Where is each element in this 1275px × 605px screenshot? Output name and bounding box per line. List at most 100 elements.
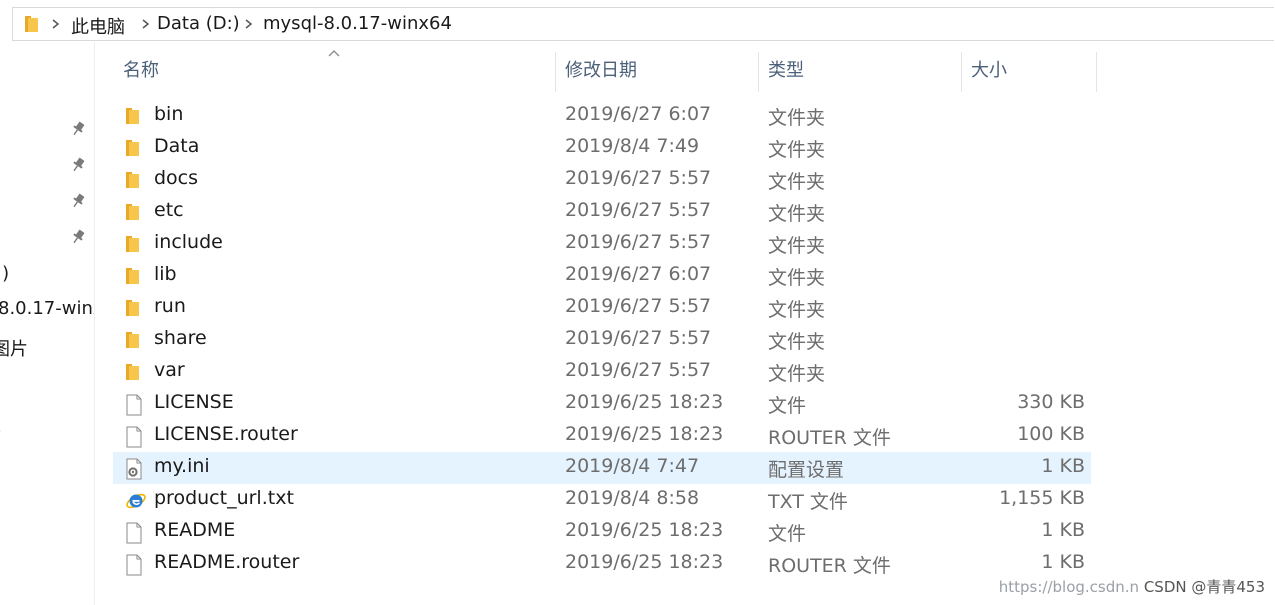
file-size: 1,155 KB [999, 487, 1085, 509]
file-name: lib [154, 263, 177, 285]
file-icon [125, 426, 143, 452]
file-row-product-url[interactable]: product_url.txt 2019/8/4 8:58 TXT 文件 1,1… [113, 484, 1091, 516]
folder-icon [125, 266, 143, 290]
folder-icon [125, 362, 143, 386]
settings-file-icon [125, 458, 143, 484]
file-date-modified: 2019/6/27 6:07 [565, 263, 712, 285]
address-bar[interactable]: 此电脑 Data (D:) mysql-8.0.17-winx64 [12, 7, 1274, 41]
pin-icon[interactable] [70, 120, 86, 142]
file-type: 文件夹 [768, 235, 826, 257]
navigation-pane[interactable]: :) 8.0.17-winx 图片 e [0, 42, 95, 605]
file-type: 文件夹 [768, 107, 826, 129]
folder-icon [125, 234, 143, 258]
column-header-date-modified[interactable]: 修改日期 [555, 50, 758, 94]
nav-item-mysql-folder[interactable]: 8.0.17-winx [0, 298, 94, 319]
chevron-right-icon[interactable] [244, 15, 254, 37]
file-date-modified: 2019/6/27 5:57 [565, 359, 712, 381]
file-row-license-router[interactable]: LICENSE.router 2019/6/25 18:23 ROUTER 文件… [113, 420, 1091, 452]
file-type: 文件夹 [768, 299, 826, 321]
file-date-modified: 2019/6/25 18:23 [565, 551, 724, 573]
file-row-var[interactable]: var 2019/6/27 5:57 文件夹 [113, 356, 1091, 388]
file-date-modified: 2019/6/27 6:07 [565, 103, 712, 125]
nav-item-truncated[interactable]: e [0, 420, 1, 441]
folder-icon [125, 170, 143, 194]
file-row-lib[interactable]: lib 2019/6/27 6:07 文件夹 [113, 260, 1091, 292]
nav-item-pictures[interactable]: 图片 [0, 335, 28, 361]
breadcrumb-mysql-folder[interactable]: mysql-8.0.17-winx64 [263, 13, 452, 34]
file-name: run [154, 295, 186, 317]
column-header-name[interactable]: 名称 [113, 50, 555, 94]
file-type: 文件夹 [768, 171, 826, 193]
folder-icon [125, 202, 143, 226]
file-name: README.router [154, 551, 300, 573]
file-name: etc [154, 199, 184, 221]
file-row-readme[interactable]: README 2019/6/25 18:23 文件 1 KB [113, 516, 1091, 548]
column-header-type[interactable]: 类型 [758, 50, 961, 94]
file-date-modified: 2019/6/25 18:23 [565, 519, 724, 541]
file-date-modified: 2019/8/4 8:58 [565, 487, 700, 509]
pin-icon[interactable] [70, 192, 86, 214]
file-name: my.ini [154, 455, 210, 477]
file-type: 文件 [768, 523, 807, 545]
file-icon [125, 522, 143, 548]
file-row-my-ini[interactable]: my.ini 2019/8/4 7:47 配置设置 1 KB [113, 452, 1091, 484]
file-date-modified: 2019/6/27 5:57 [565, 231, 712, 253]
file-type: 文件夹 [768, 331, 826, 353]
file-row-include[interactable]: include 2019/6/27 5:57 文件夹 [113, 228, 1091, 260]
file-date-modified: 2019/6/27 5:57 [565, 167, 712, 189]
chevron-right-icon[interactable] [141, 15, 151, 37]
file-date-modified: 2019/8/4 7:47 [565, 455, 700, 477]
file-row-data[interactable]: Data 2019/8/4 7:49 文件夹 [113, 132, 1091, 164]
folder-icon [125, 106, 143, 130]
file-row-run[interactable]: run 2019/6/27 5:57 文件夹 [113, 292, 1091, 324]
file-date-modified: 2019/6/27 5:57 [565, 295, 712, 317]
file-row-share[interactable]: share 2019/6/27 5:57 文件夹 [113, 324, 1091, 356]
pin-icon[interactable] [70, 228, 86, 250]
folder-icon [24, 15, 42, 37]
file-type: ROUTER 文件 [768, 555, 891, 577]
nav-item-drive[interactable]: :) [0, 263, 9, 284]
file-type: 文件夹 [768, 267, 826, 289]
file-name: README [154, 519, 236, 541]
file-row-readme-router[interactable]: README.router 2019/6/25 18:23 ROUTER 文件 … [113, 548, 1091, 580]
file-name: share [154, 327, 207, 349]
ie-icon [125, 490, 147, 516]
file-row-etc[interactable]: etc 2019/6/27 5:57 文件夹 [113, 196, 1091, 228]
chevron-right-icon[interactable] [51, 15, 61, 37]
file-size: 100 KB [1017, 423, 1085, 445]
file-type: 文件夹 [768, 203, 826, 225]
column-header-size[interactable]: 大小 [961, 50, 1096, 94]
file-name: var [154, 359, 185, 381]
file-type: ROUTER 文件 [768, 427, 891, 449]
file-size: 330 KB [1017, 391, 1085, 413]
file-date-modified: 2019/8/4 7:49 [565, 135, 700, 157]
file-size: 1 KB [1041, 551, 1085, 573]
file-icon [125, 394, 143, 420]
file-type: TXT 文件 [768, 491, 848, 513]
file-row-docs[interactable]: docs 2019/6/27 5:57 文件夹 [113, 164, 1091, 196]
file-name: LICENSE [154, 391, 234, 413]
file-name: LICENSE.router [154, 423, 298, 445]
file-name: include [154, 231, 223, 253]
file-name: docs [154, 167, 199, 189]
file-name: Data [154, 135, 200, 157]
breadcrumb-this-pc[interactable]: 此电脑 [71, 13, 125, 39]
column-divider[interactable] [1096, 52, 1097, 92]
file-date-modified: 2019/6/27 5:57 [565, 327, 712, 349]
watermark: https://blog.csdn.n CSDN @青青453 [999, 576, 1265, 597]
file-size: 1 KB [1041, 519, 1085, 541]
folder-icon [125, 138, 143, 162]
file-row-bin[interactable]: bin 2019/6/27 6:07 文件夹 [113, 100, 1091, 132]
watermark-url: https://blog.csdn.n [998, 578, 1140, 596]
file-type: 配置设置 [768, 459, 845, 481]
file-name: product_url.txt [154, 487, 294, 509]
file-name: bin [154, 103, 184, 125]
file-type: 文件 [768, 395, 807, 417]
file-type: 文件夹 [768, 139, 826, 161]
watermark-brand: CSDN @青青453 [1143, 578, 1265, 596]
pin-icon[interactable] [70, 156, 86, 178]
file-row-license[interactable]: LICENSE 2019/6/25 18:23 文件 330 KB [113, 388, 1091, 420]
breadcrumb-drive-d[interactable]: Data (D:) [157, 13, 240, 34]
folder-icon [125, 298, 143, 322]
file-date-modified: 2019/6/25 18:23 [565, 391, 724, 413]
